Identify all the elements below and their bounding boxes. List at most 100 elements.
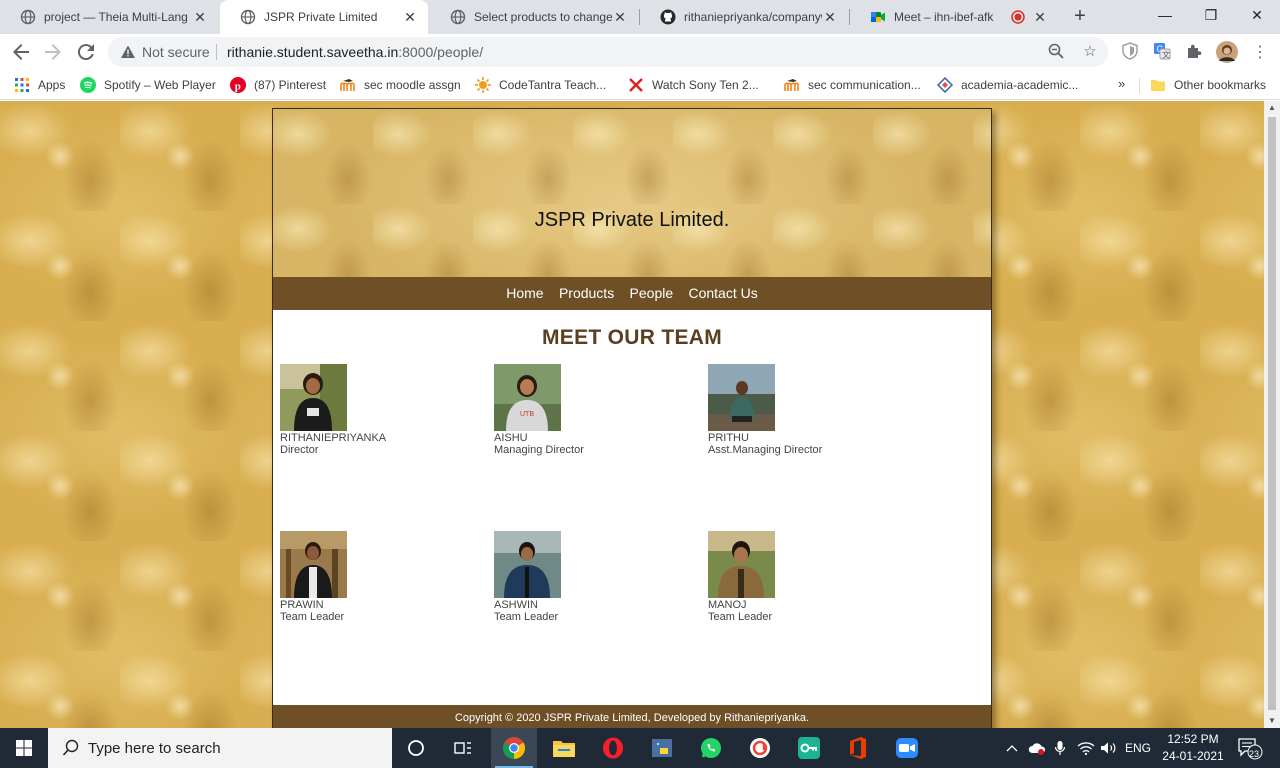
tab-title: project — Theia Multi-Lang (44, 10, 188, 24)
bookmark-codetantra[interactable]: CodeTantra Teach... (475, 76, 606, 94)
zoom-icon[interactable] (1046, 42, 1066, 62)
taskbar-chrome[interactable] (491, 728, 537, 768)
close-icon[interactable]: ✕ (192, 9, 208, 26)
microphone-tray[interactable] (1050, 728, 1070, 768)
show-hidden-icons-button[interactable] (1003, 728, 1021, 768)
bookmark-apps[interactable]: Apps (14, 76, 65, 94)
taskbar-opera[interactable] (590, 728, 636, 768)
network-tray[interactable] (1074, 728, 1098, 768)
url-text[interactable]: rithanie.student.saveetha.in:8000/people… (227, 44, 483, 60)
scrollbar-thumb[interactable] (1268, 117, 1276, 710)
shield-extension-icon[interactable] (1121, 42, 1141, 62)
forward-button[interactable] (41, 40, 65, 64)
tab-title: Meet – ihn-ibef-afk (894, 10, 994, 24)
taskbar-search[interactable]: Type here to search (48, 728, 392, 768)
start-button[interactable] (0, 728, 48, 768)
new-tab-button[interactable]: + (1068, 5, 1092, 29)
svg-text:UTB: UTB (520, 411, 534, 418)
bookmark-label: Apps (38, 78, 66, 92)
input-language[interactable]: ENG (1123, 728, 1153, 768)
extensions-puzzle-icon[interactable] (1185, 42, 1205, 62)
onedrive-tray[interactable] (1026, 728, 1048, 768)
member-photo[interactable] (708, 531, 775, 598)
menu-kebab-icon[interactable]: ⋮ (1250, 42, 1270, 62)
bookmarks-overflow-button[interactable]: » (1118, 76, 1125, 91)
close-icon[interactable]: ✕ (612, 9, 628, 26)
site-header: JSPR Private Limited. (273, 109, 991, 277)
windows-logo-icon (16, 740, 32, 756)
close-icon[interactable]: ✕ (1032, 9, 1048, 26)
action-center-button[interactable]: 23 (1234, 728, 1266, 768)
search-placeholder: Type here to search (88, 740, 221, 757)
taskbar-whatsapp[interactable] (688, 728, 734, 768)
cortana-button[interactable] (393, 728, 439, 768)
tab-github[interactable]: rithaniepriyanka/companyw ✕ (640, 0, 848, 34)
team-member-card: ASHWIN Team Leader (494, 531, 694, 623)
other-bookmarks[interactable]: Other bookmarks (1150, 76, 1266, 94)
member-photo[interactable] (494, 531, 561, 598)
member-role: Managing Director (494, 444, 584, 456)
bookmark-sec-communication[interactable]: sec communication... (784, 76, 921, 94)
bookmark-academia[interactable]: academia-academic... (937, 76, 1078, 94)
warning-icon[interactable] (120, 44, 136, 60)
member-photo[interactable]: UTB (494, 364, 561, 431)
taskbar-anydesk[interactable] (737, 728, 783, 768)
taskbar-python[interactable] (639, 728, 685, 768)
back-button[interactable] (9, 40, 33, 64)
bookmark-label: CodeTantra Teach... (499, 78, 607, 92)
google-translate-icon[interactable]: G文 (1153, 42, 1173, 62)
minimize-button[interactable]: — (1142, 0, 1188, 32)
tab-title: JSPR Private Limited (264, 10, 378, 24)
restore-button[interactable]: ❐ (1188, 0, 1234, 32)
bookmark-spotify[interactable]: Spotify – Web Player (80, 76, 216, 94)
page-viewport: JSPR Private Limited. Home Products Peop… (0, 101, 1264, 728)
close-icon[interactable]: ✕ (822, 9, 838, 26)
google-meet-icon (870, 9, 886, 25)
taskbar-clock[interactable]: 12:52 PM 24-01-2021 (1158, 731, 1228, 765)
taskbar-zoom[interactable] (884, 728, 930, 768)
member-photo[interactable] (708, 364, 775, 431)
member-name: ASHWIN (494, 599, 538, 611)
member-photo[interactable] (280, 364, 347, 431)
bookmark-label: Watch Sony Ten 2... (652, 78, 759, 92)
vertical-scrollbar[interactable]: ▲ ▼ (1264, 101, 1280, 728)
close-window-button[interactable]: ✕ (1234, 0, 1280, 32)
member-photo[interactable] (280, 531, 347, 598)
reload-button[interactable] (74, 40, 98, 64)
security-status[interactable]: Not secure (142, 44, 210, 60)
bookmark-sony-ten[interactable]: Watch Sony Ten 2... (628, 76, 759, 94)
team-section: MEET OUR TEAM RITHANIEPRIYANKA Director … (273, 310, 991, 705)
taskbar-office[interactable] (835, 728, 881, 768)
close-icon[interactable]: ✕ (402, 9, 418, 26)
member-role: Asst.Managing Director (708, 444, 823, 456)
tab-meet[interactable]: Meet – ihn-ibef-afk ✕ (850, 0, 1058, 34)
tab-theia[interactable]: project — Theia Multi-Lang ✕ (0, 0, 218, 34)
github-icon (660, 9, 676, 25)
profile-avatar-icon[interactable] (1216, 41, 1238, 63)
microphone-icon (1054, 741, 1066, 755)
address-bar[interactable]: Not secure rithanie.student.saveetha.in:… (108, 37, 1108, 67)
pinterest-icon: p (230, 77, 246, 93)
team-member-card: PRITHU Asst.Managing Director (708, 364, 908, 456)
bookmark-sec-moodle[interactable]: sec moodle assgn (340, 76, 461, 94)
taskbar-file-explorer[interactable] (541, 728, 587, 768)
clock-time: 12:52 PM (1167, 732, 1219, 746)
tab-jspr[interactable]: JSPR Private Limited ✕ (220, 0, 428, 34)
nav-products[interactable]: Products (559, 277, 614, 310)
volume-tray[interactable] (1098, 728, 1120, 768)
nav-people[interactable]: People (630, 277, 674, 310)
tab-select-products[interactable]: Select products to change | ✕ (430, 0, 638, 34)
scroll-up-icon[interactable]: ▲ (1264, 101, 1280, 115)
notification-count: 23 (1249, 749, 1260, 759)
bookmarks-bar: Apps Spotify – Web Player p (87) Pintere… (0, 70, 1280, 100)
nav-contact-us[interactable]: Contact Us (688, 277, 757, 310)
nav-home[interactable]: Home (506, 277, 543, 310)
taskbar-vpn[interactable] (786, 728, 832, 768)
bookmark-pinterest[interactable]: p (87) Pinterest (230, 76, 326, 94)
scroll-down-icon[interactable]: ▼ (1264, 714, 1280, 728)
zoom-icon (896, 738, 918, 758)
member-role: Team Leader (494, 611, 559, 623)
globe-icon (240, 9, 256, 25)
task-view-button[interactable] (440, 728, 486, 768)
star-icon[interactable]: ☆ (1080, 42, 1100, 62)
